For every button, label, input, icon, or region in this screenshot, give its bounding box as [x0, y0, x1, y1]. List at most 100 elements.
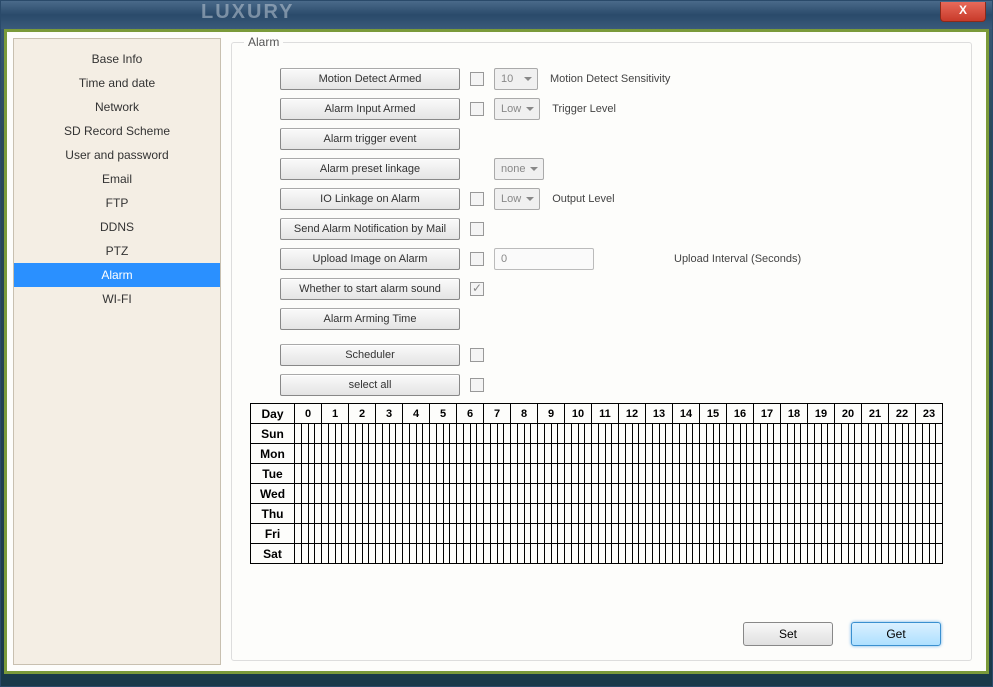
schedule-cell[interactable] — [835, 484, 862, 504]
schedule-cell[interactable] — [322, 424, 349, 444]
schedule-cell[interactable] — [484, 444, 511, 464]
schedule-cell[interactable] — [430, 524, 457, 544]
schedule-cell[interactable] — [754, 464, 781, 484]
schedule-cell[interactable] — [754, 484, 781, 504]
schedule-cell[interactable] — [592, 524, 619, 544]
schedule-cell[interactable] — [673, 444, 700, 464]
schedule-cell[interactable] — [565, 524, 592, 544]
schedule-cell[interactable] — [835, 504, 862, 524]
schedule-cell[interactable] — [295, 464, 322, 484]
schedule-cell[interactable] — [430, 444, 457, 464]
schedule-cell[interactable] — [889, 504, 916, 524]
schedule-cell[interactable] — [646, 484, 673, 504]
schedule-cell[interactable] — [700, 444, 727, 464]
schedule-cell[interactable] — [727, 484, 754, 504]
schedule-cell[interactable] — [538, 464, 565, 484]
upload-interval-input[interactable]: 0 — [494, 248, 594, 270]
schedule-cell[interactable] — [295, 524, 322, 544]
schedule-cell[interactable] — [889, 464, 916, 484]
schedule-cell[interactable] — [349, 504, 376, 524]
schedule-cell[interactable] — [484, 524, 511, 544]
schedule-cell[interactable] — [592, 484, 619, 504]
schedule-cell[interactable] — [511, 444, 538, 464]
sidebar-item-network[interactable]: Network — [14, 95, 220, 119]
schedule-cell[interactable] — [781, 444, 808, 464]
schedule-cell[interactable] — [889, 424, 916, 444]
schedule-cell[interactable] — [538, 524, 565, 544]
sidebar-item-base-info[interactable]: Base Info — [14, 47, 220, 71]
trigger-level-dropdown[interactable]: Low — [494, 98, 540, 120]
schedule-cell[interactable] — [322, 444, 349, 464]
preset-linkage-dropdown[interactable]: none — [494, 158, 544, 180]
alarm-sound-button[interactable]: Whether to start alarm sound — [280, 278, 460, 300]
schedule-cell[interactable] — [457, 544, 484, 564]
schedule-cell[interactable] — [916, 424, 943, 444]
schedule-cell[interactable] — [376, 424, 403, 444]
schedule-cell[interactable] — [511, 484, 538, 504]
schedule-cell[interactable] — [673, 424, 700, 444]
schedule-cell[interactable] — [889, 484, 916, 504]
schedule-cell[interactable] — [700, 484, 727, 504]
schedule-cell[interactable] — [295, 484, 322, 504]
window-close-button[interactable]: X — [940, 2, 986, 22]
alarm-trigger-event-button[interactable]: Alarm trigger event — [280, 128, 460, 150]
schedule-cell[interactable] — [295, 424, 322, 444]
schedule-cell[interactable] — [673, 504, 700, 524]
select-all-button[interactable]: select all — [280, 374, 460, 396]
schedule-cell[interactable] — [295, 444, 322, 464]
sidebar-item-email[interactable]: Email — [14, 167, 220, 191]
schedule-cell[interactable] — [430, 504, 457, 524]
schedule-cell[interactable] — [457, 464, 484, 484]
schedule-cell[interactable] — [511, 464, 538, 484]
schedule-cell[interactable] — [673, 484, 700, 504]
schedule-cell[interactable] — [646, 424, 673, 444]
schedule-cell[interactable] — [646, 464, 673, 484]
schedule-cell[interactable] — [349, 524, 376, 544]
schedule-cell[interactable] — [781, 464, 808, 484]
schedule-cell[interactable] — [754, 504, 781, 524]
schedule-cell[interactable] — [862, 524, 889, 544]
sidebar-item-alarm[interactable]: Alarm — [14, 263, 220, 287]
schedule-cell[interactable] — [835, 464, 862, 484]
schedule-cell[interactable] — [673, 544, 700, 564]
schedule-cell[interactable] — [511, 544, 538, 564]
motion-detect-armed-button[interactable]: Motion Detect Armed — [280, 68, 460, 90]
schedule-cell[interactable] — [511, 524, 538, 544]
schedule-cell[interactable] — [808, 444, 835, 464]
schedule-cell[interactable] — [430, 544, 457, 564]
schedule-cell[interactable] — [349, 444, 376, 464]
schedule-cell[interactable] — [403, 544, 430, 564]
schedule-cell[interactable] — [916, 444, 943, 464]
schedule-cell[interactable] — [700, 524, 727, 544]
schedule-cell[interactable] — [403, 484, 430, 504]
schedule-cell[interactable] — [700, 544, 727, 564]
get-button[interactable]: Get — [851, 622, 941, 646]
schedule-cell[interactable] — [916, 544, 943, 564]
schedule-cell[interactable] — [484, 484, 511, 504]
io-linkage-checkbox[interactable] — [470, 192, 484, 206]
schedule-cell[interactable] — [511, 424, 538, 444]
schedule-cell[interactable] — [565, 464, 592, 484]
schedule-cell[interactable] — [403, 524, 430, 544]
schedule-cell[interactable] — [538, 444, 565, 464]
sidebar-item-wi-fi[interactable]: WI-FI — [14, 287, 220, 311]
schedule-cell[interactable] — [295, 504, 322, 524]
schedule-cell[interactable] — [862, 504, 889, 524]
schedule-cell[interactable] — [457, 444, 484, 464]
schedule-cell[interactable] — [457, 484, 484, 504]
alarm-input-armed-button[interactable]: Alarm Input Armed — [280, 98, 460, 120]
schedule-cell[interactable] — [484, 504, 511, 524]
schedule-cell[interactable] — [592, 544, 619, 564]
schedule-cell[interactable] — [295, 544, 322, 564]
schedule-cell[interactable] — [592, 504, 619, 524]
upload-image-button[interactable]: Upload Image on Alarm — [280, 248, 460, 270]
schedule-cell[interactable] — [403, 504, 430, 524]
send-mail-button[interactable]: Send Alarm Notification by Mail — [280, 218, 460, 240]
schedule-cell[interactable] — [781, 544, 808, 564]
schedule-cell[interactable] — [646, 544, 673, 564]
sidebar-item-ptz[interactable]: PTZ — [14, 239, 220, 263]
schedule-cell[interactable] — [808, 504, 835, 524]
schedule-cell[interactable] — [862, 544, 889, 564]
schedule-cell[interactable] — [835, 424, 862, 444]
schedule-cell[interactable] — [565, 424, 592, 444]
